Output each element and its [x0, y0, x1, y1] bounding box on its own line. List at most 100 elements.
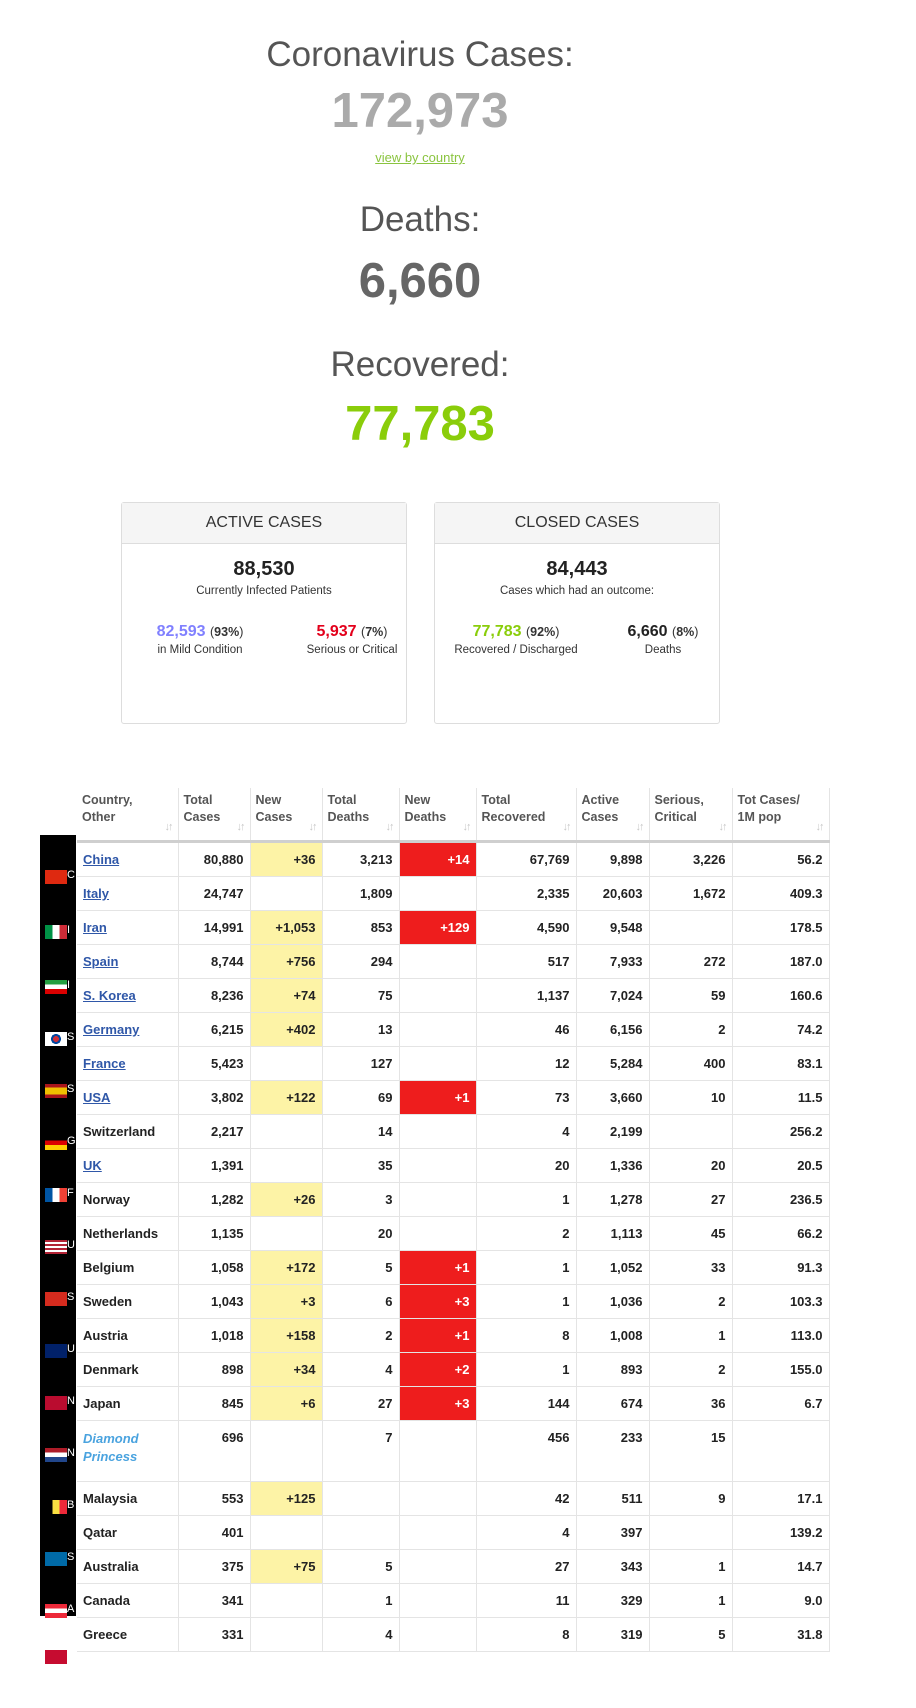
- recovered-cell: 4: [476, 1114, 577, 1149]
- flag-letter: S: [67, 1083, 75, 1095]
- spain-flag-icon: [45, 1084, 67, 1098]
- new-cases-cell: +125: [250, 1481, 323, 1516]
- view-by-country-link[interactable]: view by country: [0, 150, 840, 165]
- denmark-flag-icon: [45, 1650, 67, 1664]
- belgium-flag-icon: [45, 1500, 67, 1514]
- table-row: Canada 341 1 11 329 1 9.0: [77, 1583, 830, 1618]
- serious-cell: [649, 1515, 733, 1550]
- country-cell[interactable]: China: [77, 841, 179, 877]
- country-cell[interactable]: USA: [77, 1080, 179, 1115]
- new-cases-cell: +756: [250, 944, 323, 979]
- table-row: Australia 375 +75 5 27 343 1 14.7: [77, 1549, 830, 1584]
- header-active-cases[interactable]: Active Cases ↓↑: [576, 788, 650, 843]
- total-deaths-cell: [322, 1515, 400, 1550]
- new-deaths-cell: +2: [399, 1352, 477, 1387]
- country-name: Austria: [83, 1328, 128, 1343]
- country-name: Malaysia: [83, 1491, 138, 1506]
- header-label: Total: [327, 793, 357, 807]
- total-cases-cell: 14,991: [178, 910, 251, 945]
- serious-cell: 1,672: [649, 876, 733, 911]
- country-cell[interactable]: S. Korea: [77, 978, 179, 1013]
- country-link[interactable]: USA: [83, 1090, 110, 1105]
- recovered-cell: 27: [476, 1549, 577, 1584]
- header-new-deaths[interactable]: New Deaths ↓↑: [399, 788, 477, 843]
- mild-percent: 93%: [214, 625, 240, 639]
- recovered-cell: 2,335: [476, 876, 577, 911]
- header-serious-critical[interactable]: Serious, Critical ↓↑: [649, 788, 733, 843]
- sort-icon[interactable]: ↓↑: [309, 819, 318, 836]
- table-row: S. Korea 8,236 +74 75 1,137 7,024 59 160.6: [77, 978, 830, 1013]
- serious-cell: 27: [649, 1182, 733, 1217]
- country-cell[interactable]: UK: [77, 1148, 179, 1183]
- italy-flag-icon: [45, 925, 67, 939]
- country-cell[interactable]: Iran: [77, 910, 179, 945]
- total-cases-cell: 845: [178, 1386, 251, 1421]
- total-cases-cell: 2,217: [178, 1114, 251, 1149]
- active-cases-cell: 1,052: [576, 1250, 650, 1285]
- total-deaths-cell: 5: [322, 1250, 400, 1285]
- header-cases-per-million[interactable]: Tot Cases/1M pop ↓↑: [732, 788, 830, 843]
- country-name: Australia: [83, 1559, 139, 1574]
- table-row: UK 1,391 35 20 1,336 20 20.5: [77, 1148, 830, 1183]
- per-million-cell: 66.2: [732, 1216, 830, 1251]
- total-cases-cell: 6,215: [178, 1012, 251, 1047]
- recovered-cell: 11: [476, 1583, 577, 1618]
- country-link[interactable]: UK: [83, 1158, 102, 1173]
- new-deaths-cell: +14: [399, 841, 477, 877]
- header-label: Deaths: [327, 810, 370, 824]
- new-cases-cell: +75: [250, 1549, 323, 1584]
- header-new-cases[interactable]: New Cases ↓↑: [250, 788, 323, 843]
- cases-count: 172,973: [331, 84, 509, 138]
- country-name: Sweden: [83, 1294, 133, 1309]
- new-deaths-cell: [399, 1420, 477, 1482]
- sort-icon[interactable]: ↓↑: [563, 819, 572, 836]
- country-link[interactable]: Italy: [83, 886, 109, 901]
- country-cell[interactable]: Spain: [77, 944, 179, 979]
- country-link[interactable]: S. Korea: [83, 988, 136, 1003]
- new-deaths-cell: +3: [399, 1284, 477, 1319]
- country-link[interactable]: Spain: [83, 954, 118, 969]
- sort-icon[interactable]: ↓↑: [463, 819, 472, 836]
- country-link[interactable]: Germany: [83, 1022, 139, 1037]
- serious-cell: 1: [649, 1549, 733, 1584]
- table-row: Sweden 1,043 +3 6 +3 1 1,036 2 103.3: [77, 1284, 830, 1319]
- country-link[interactable]: Iran: [83, 920, 107, 935]
- country-cell: Austria: [77, 1318, 179, 1353]
- sort-icon[interactable]: ↓↑: [386, 819, 395, 836]
- closed-cases-panel: CLOSED CASES 84,443 Cases which had an o…: [434, 502, 720, 724]
- country-link[interactable]: France: [83, 1056, 126, 1071]
- sort-icon[interactable]: ↓↑: [719, 819, 728, 836]
- table-row: Austria 1,018 +158 2 +1 8 1,008 1 113.0: [77, 1318, 830, 1353]
- table-row: Italy 24,747 1,809 2,335 20,603 1,672 409.3: [77, 876, 830, 911]
- sort-icon[interactable]: ↓↑: [165, 819, 174, 836]
- header-label: Cases: [183, 810, 221, 824]
- new-cases-cell: +3: [250, 1284, 323, 1319]
- country-cell[interactable]: Italy: [77, 876, 179, 911]
- per-million-cell: 160.6: [732, 978, 830, 1013]
- header-country[interactable]: Country, Other ↓↑: [77, 788, 179, 843]
- new-deaths-cell: [399, 1617, 477, 1652]
- country-cell[interactable]: France: [77, 1046, 179, 1081]
- serious-cell: 10: [649, 1080, 733, 1115]
- sort-icon[interactable]: ↓↑: [816, 819, 825, 836]
- country-cell[interactable]: Germany: [77, 1012, 179, 1047]
- header-total-recovered[interactable]: Total Recovered ↓↑: [476, 788, 577, 843]
- header-label: Critical: [654, 810, 697, 824]
- recovered-cell: 517: [476, 944, 577, 979]
- new-cases-cell: +402: [250, 1012, 323, 1047]
- sort-icon[interactable]: ↓↑: [636, 819, 645, 836]
- country-link[interactable]: China: [83, 852, 119, 867]
- serious-condition-stat: 5,937 (7%) Serious or Critical: [292, 623, 412, 656]
- header-total-deaths[interactable]: Total Deaths ↓↑: [322, 788, 400, 843]
- serious-label: Serious or Critical: [306, 644, 398, 656]
- netherlands-flag-icon: [45, 1448, 67, 1462]
- table-row: Netherlands 1,135 20 2 1,113 45 66.2: [77, 1216, 830, 1251]
- norway-flag-icon: [45, 1396, 67, 1410]
- serious-cell: [649, 1114, 733, 1149]
- header-total-cases[interactable]: Total Cases ↓↑: [178, 788, 251, 843]
- serious-cell: 2: [649, 1284, 733, 1319]
- sort-icon[interactable]: ↓↑: [237, 819, 246, 836]
- new-cases-cell: [250, 1216, 323, 1251]
- table-row: China 80,880 +36 3,213 +14 67,769 9,898 3,226 56…: [77, 841, 830, 877]
- country-cell: Norway: [77, 1182, 179, 1217]
